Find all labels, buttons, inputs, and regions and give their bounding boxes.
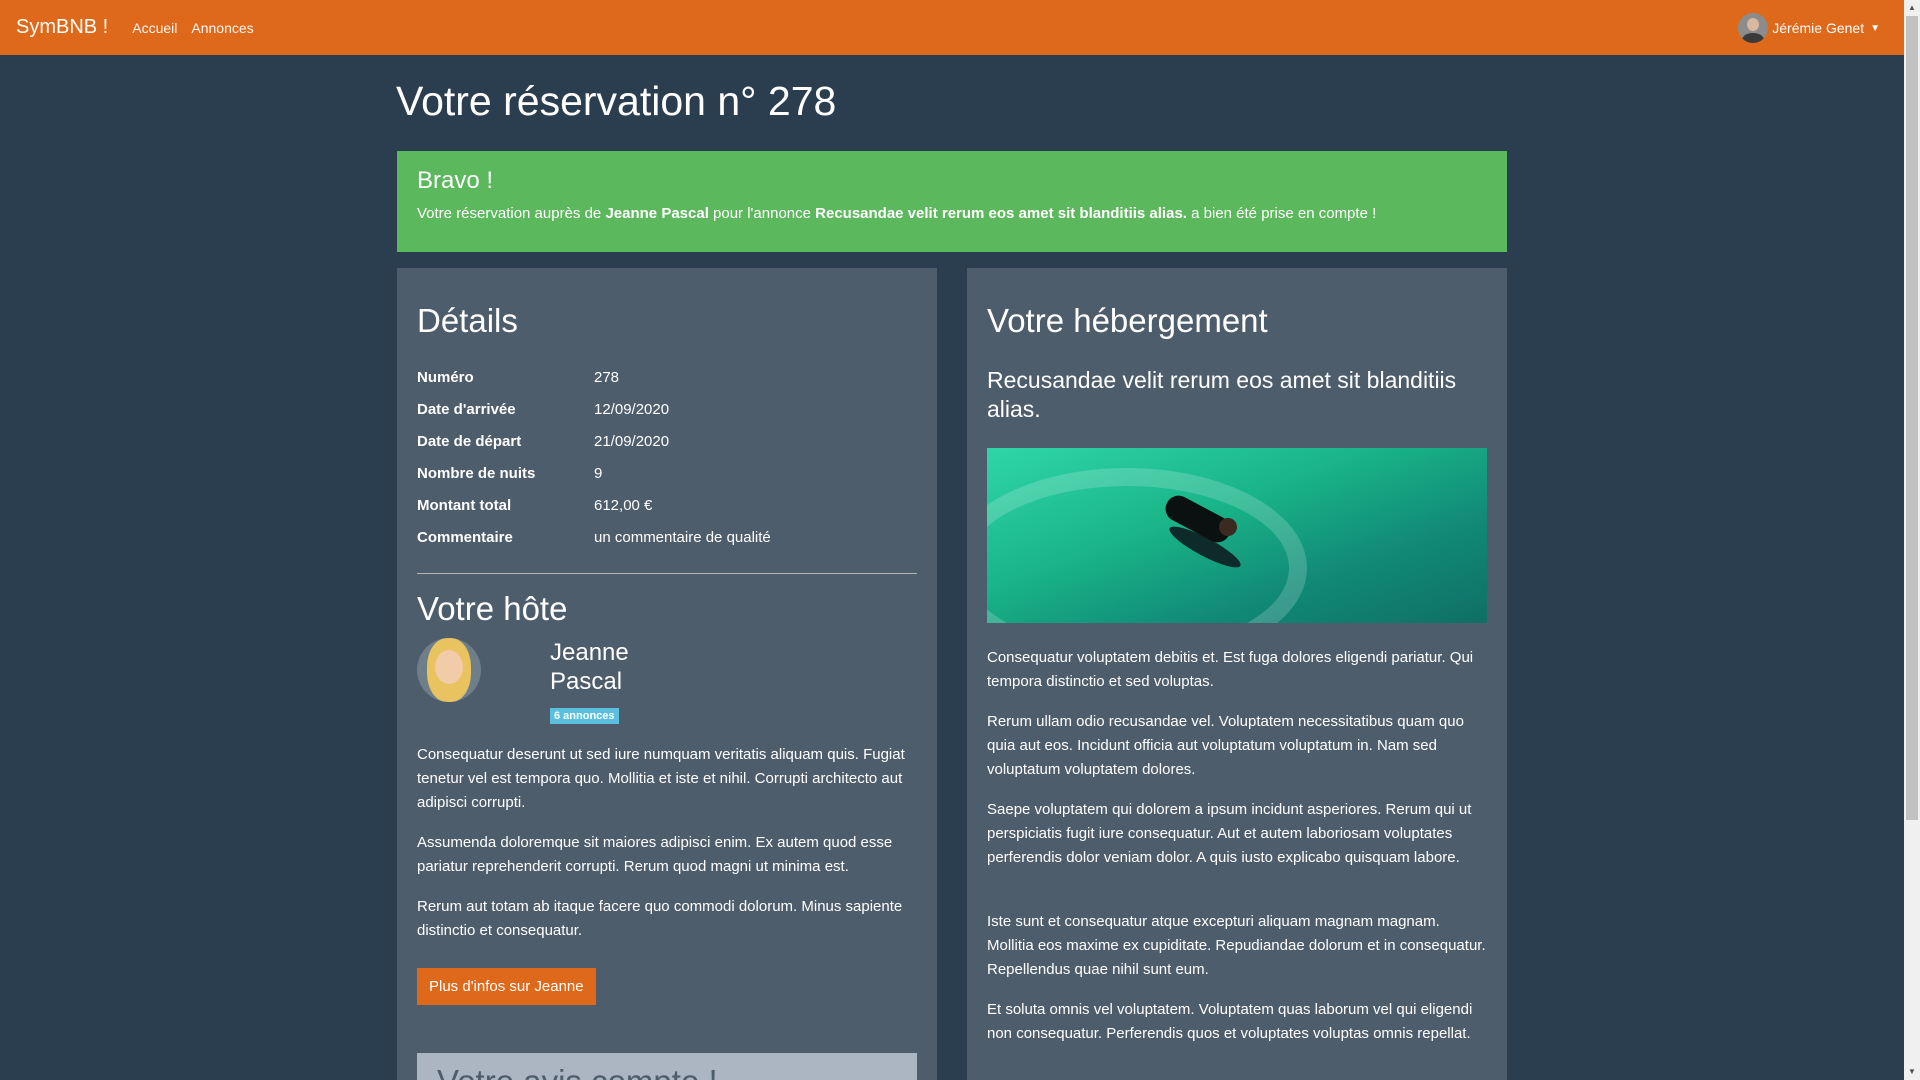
lodging-cover-image[interactable]: [987, 448, 1487, 623]
detail-value: 612,00 €: [594, 497, 653, 514]
detail-label: Nombre de nuits: [417, 465, 536, 482]
detail-value: 278: [594, 369, 620, 386]
alert-host-name: Jeanne Pascal: [605, 205, 709, 222]
detail-label: Commentaire: [417, 529, 513, 546]
host-ads-count-badge: 6 annonces: [550, 708, 619, 724]
lodging-card: Votre hébergement Recusandae velit rerum…: [967, 268, 1507, 1080]
user-menu-dropdown[interactable]: Jérémie Genet ▼: [1738, 13, 1880, 43]
alert-text: Votre réservation auprès de: [417, 205, 606, 222]
host-last-name: Pascal: [550, 668, 623, 695]
host-name[interactable]: Jeanne Pascal: [550, 638, 670, 696]
details-heading: Détails: [417, 302, 518, 339]
brand-logo[interactable]: SymBNB !: [16, 16, 108, 39]
detail-label: Montant total: [417, 497, 512, 514]
scroll-up-arrow-icon[interactable]: ▲: [1904, 0, 1920, 16]
host-more-info-button[interactable]: Plus d'infos sur Jeanne: [417, 968, 596, 1005]
detail-label: Numéro: [417, 369, 474, 386]
review-card-header: Votre avis compte !: [417, 1053, 917, 1080]
detail-value: 12/09/2020: [594, 401, 670, 418]
alert-message: Votre réservation auprès de Jeanne Pasca…: [417, 205, 1487, 222]
lodging-description-paragraph: Rerum ullam odio recusandae vel. Volupta…: [987, 713, 1464, 778]
review-heading: Votre avis compte !: [437, 1063, 718, 1080]
divider: [417, 573, 917, 574]
alert-heading: Bravo !: [417, 167, 494, 194]
lodging-description-paragraph: Iste sunt et consequatur atque excepturi…: [987, 913, 1486, 978]
user-avatar: [1738, 13, 1769, 43]
lodging-description-paragraph: Saepe voluptatem qui dolorem a ipsum inc…: [987, 801, 1472, 866]
success-alert: Bravo ! Votre réservation auprès de Jean…: [397, 151, 1507, 252]
lodging-description-paragraph: Et soluta omnis vel voluptatem. Voluptat…: [987, 1001, 1473, 1042]
lodging-ad-title[interactable]: Recusandae velit rerum eos amet sit blan…: [987, 366, 1487, 424]
scroll-down-arrow-icon[interactable]: ▼: [1904, 1064, 1920, 1080]
host-avatar[interactable]: [417, 638, 481, 702]
detail-value: un commentaire de qualité: [594, 529, 771, 546]
caret-down-icon: ▼: [1870, 22, 1880, 34]
alert-ad-title: Recusandae velit rerum eos amet sit blan…: [815, 205, 1187, 222]
detail-label: Date d'arrivée: [417, 401, 516, 418]
alert-text: a bien été prise en compte !: [1186, 205, 1377, 222]
nav-link-accueil[interactable]: Accueil: [132, 20, 177, 36]
surfer-figure: [1137, 476, 1247, 586]
page-scrollbar[interactable]: ▲ ▼: [1904, 0, 1920, 1080]
alert-text: pour l'annonce: [708, 205, 816, 222]
page-title: Votre réservation n° 278: [396, 78, 837, 124]
booking-details-card: Détails Numéro 278 Date d'arrivée 12/09/…: [397, 268, 937, 1080]
detail-value: 9: [594, 465, 603, 482]
surfer-head: [1219, 518, 1237, 536]
detail-label: Date de départ: [417, 433, 522, 450]
user-name: Jérémie Genet: [1772, 20, 1865, 36]
lodging-description-paragraph: Consequatur voluptatem debitis et. Est f…: [987, 649, 1474, 690]
host-bio-paragraph: Consequatur deserunt ut sed iure numquam…: [417, 746, 905, 811]
scrollbar-thumb[interactable]: [1906, 16, 1918, 820]
host-heading: Votre hôte: [417, 590, 568, 627]
host-bio-paragraph: Rerum aut totam ab itaque facere quo com…: [417, 898, 903, 939]
host-bio-paragraph: Assumenda doloremque sit maiores adipisc…: [417, 834, 893, 875]
host-first-name: Jeanne: [550, 639, 629, 666]
lodging-heading: Votre hébergement: [987, 302, 1268, 339]
navbar: SymBNB ! Accueil Annonces Jérémie Genet …: [0, 0, 1904, 55]
nav-link-annonces[interactable]: Annonces: [191, 20, 253, 36]
detail-value: 21/09/2020: [594, 433, 670, 450]
